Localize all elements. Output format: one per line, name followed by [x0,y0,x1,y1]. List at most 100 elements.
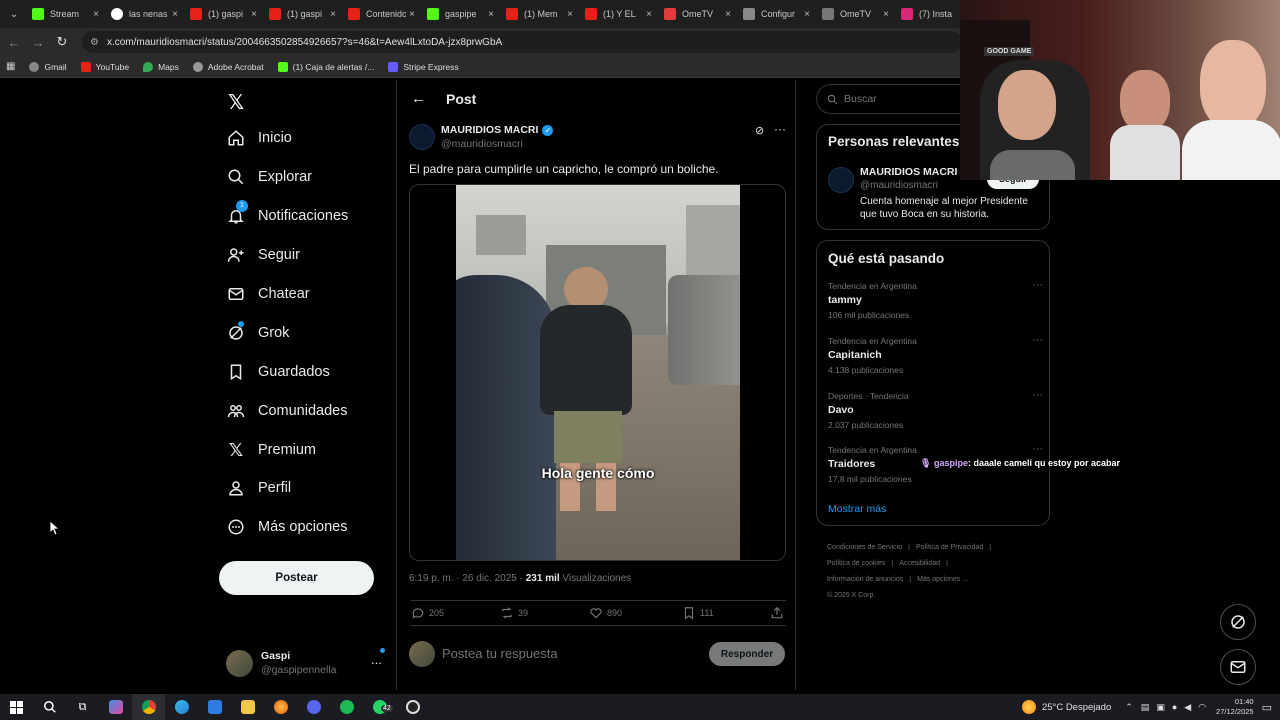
nav-explore[interactable]: Explorar [226,162,312,192]
reply-button[interactable]: 205 [411,606,500,620]
bookmark-button[interactable]: 111 [682,606,770,620]
taskbar-app-discord[interactable] [297,694,330,720]
more-icon[interactable]: ··· [1032,334,1043,346]
back-icon[interactable]: ← [2,30,26,54]
network-icon[interactable]: ▤ [1141,702,1150,713]
close-icon[interactable]: × [804,9,810,20]
nav-communities[interactable]: Comunidades [226,396,347,426]
close-icon[interactable]: × [725,9,731,20]
relevant-name[interactable]: MAURIDIOS MACRI [860,166,957,178]
nav-grok[interactable]: Grok [226,318,289,348]
nav-bookmarks[interactable]: Guardados [226,357,330,387]
reply-submit-button[interactable]: Responder [709,642,785,666]
notification-center-icon[interactable]: ▭ [1262,701,1272,714]
account-switcher[interactable]: Gaspi @gaspipennella ... [226,648,386,678]
trend-item[interactable]: Tendencia en Argentina Capitanich 4.138 … [828,334,1043,375]
close-icon[interactable]: × [172,9,178,20]
share-button[interactable] [770,606,784,620]
close-icon[interactable]: × [567,9,573,20]
tab-6[interactable]: (1) Mem × [500,0,579,28]
close-icon[interactable]: × [646,9,652,20]
x-logo-icon[interactable]: 𝕏 [228,90,244,115]
tab-10[interactable]: OmeTV × [816,0,895,28]
more-icon[interactable]: ... [371,652,382,667]
messages-button[interactable] [1220,649,1256,685]
taskbar-app-store[interactable] [198,694,231,720]
tab-5[interactable]: gaspipe × [421,0,500,28]
footer-link[interactable]: Accesibilidad [899,560,940,567]
tab-4[interactable]: Contenido × [342,0,421,28]
author-name-row[interactable]: MAURIDIOS MACRI ✓ [441,124,554,136]
tab-3[interactable]: (1) gaspi × [263,0,342,28]
mic-icon[interactable]: ● [1172,702,1177,712]
author-avatar[interactable] [409,124,435,150]
close-icon[interactable]: × [330,9,336,20]
tab-search-button[interactable]: ⌄ [2,4,26,24]
volume-icon[interactable]: ◀ [1184,702,1191,713]
bookmark-adobe-acrobat[interactable]: Adobe Acrobat [192,61,264,72]
reload-icon[interactable]: ↻ [50,30,74,54]
taskbar-app-spotify[interactable] [330,694,363,720]
nav-profile[interactable]: Perfil [226,473,291,503]
nav-more-options[interactable]: Más opciones [226,512,347,542]
address-bar[interactable]: ⚙ x.com/mauridiosmacri/status/2004663502… [82,31,962,53]
bookmark-gmail[interactable]: Gmail [29,61,67,72]
chevron-up-icon[interactable]: ⌃ [1125,702,1133,713]
footer-link[interactable]: Política de Privacidad [916,544,983,551]
trend-item[interactable]: Deportes · Tendencia Davo 2.037 publicac… [828,389,1043,430]
clock[interactable]: 01:40 27/12/2025 [1216,697,1254,717]
show-more-link[interactable]: Mostrar más [828,503,886,515]
close-icon[interactable]: × [488,9,494,20]
taskbar-search[interactable] [33,694,66,720]
nav-home[interactable]: Inicio [226,123,292,153]
tab-1[interactable]: las nenas × [105,0,184,28]
bookmark-maps[interactable]: Maps [143,61,179,72]
nav-premium[interactable]: 𝕏 Premium [226,435,316,465]
close-icon[interactable]: × [409,9,415,20]
taskbar-app-copilot[interactable] [99,694,132,720]
forward-icon[interactable]: → [26,30,50,54]
footer-link[interactable]: Más opciones ... [917,576,968,583]
footer-link[interactable]: Política de cookies [827,560,885,567]
more-icon[interactable]: ··· [1032,279,1043,291]
bookmark-alerts[interactable]: (1) Caja de alertas /... [277,61,374,72]
taskbar-app-firefox[interactable] [264,694,297,720]
grok-button[interactable] [1220,604,1256,640]
task-view-button[interactable]: ⧉ [66,694,99,720]
taskbar-app-obs[interactable] [396,694,429,720]
reply-input[interactable]: Postea tu respuesta [442,646,558,661]
grok-icon[interactable]: ⊘ [755,124,764,137]
tab-8[interactable]: OmeTV × [658,0,737,28]
more-icon[interactable]: ··· [1032,389,1043,401]
start-button[interactable] [0,694,33,720]
bookmark-youtube[interactable]: YouTube [80,61,129,72]
close-icon[interactable]: × [93,9,99,20]
tab-7[interactable]: (1) Y EL × [579,0,658,28]
post-button[interactable]: Postear [219,561,374,595]
more-icon[interactable]: ··· [774,122,786,136]
like-button[interactable]: 890 [589,606,682,620]
nav-follow[interactable]: Seguir [226,240,300,270]
close-icon[interactable]: × [883,9,889,20]
footer-link[interactable]: Condiciones de Servicio [827,544,902,551]
nav-notifications[interactable]: 1 Notificaciones [226,200,348,231]
trend-item[interactable]: Tendencia en Argentina tammy 106 mil pub… [828,279,1043,320]
tab-9[interactable]: Configur × [737,0,816,28]
tab-2[interactable]: (1) gaspi × [184,0,263,28]
nav-chat[interactable]: Chatear [226,279,310,309]
repost-button[interactable]: 39 [500,606,589,620]
taskbar-app-chrome[interactable] [132,694,165,720]
close-icon[interactable]: × [251,9,257,20]
author-handle[interactable]: @mauridiosmacri [441,138,523,150]
more-icon[interactable]: ··· [1032,443,1043,455]
tab-0[interactable]: Stream × [26,0,105,28]
bookmark-stripe[interactable]: Stripe Express [388,61,459,72]
back-arrow-icon[interactable]: ← [411,90,426,107]
taskbar-app-explorer[interactable] [231,694,264,720]
taskbar-app-edge[interactable] [165,694,198,720]
site-info-icon[interactable]: ⚙ [90,37,99,48]
weather-text[interactable]: 25°C Despejado [1042,702,1111,713]
taskbar-app-whatsapp[interactable]: 42 [363,694,396,720]
tray-app-icon[interactable]: ▣ [1156,702,1165,713]
post-video[interactable]: Hola gente cómo [409,184,786,561]
